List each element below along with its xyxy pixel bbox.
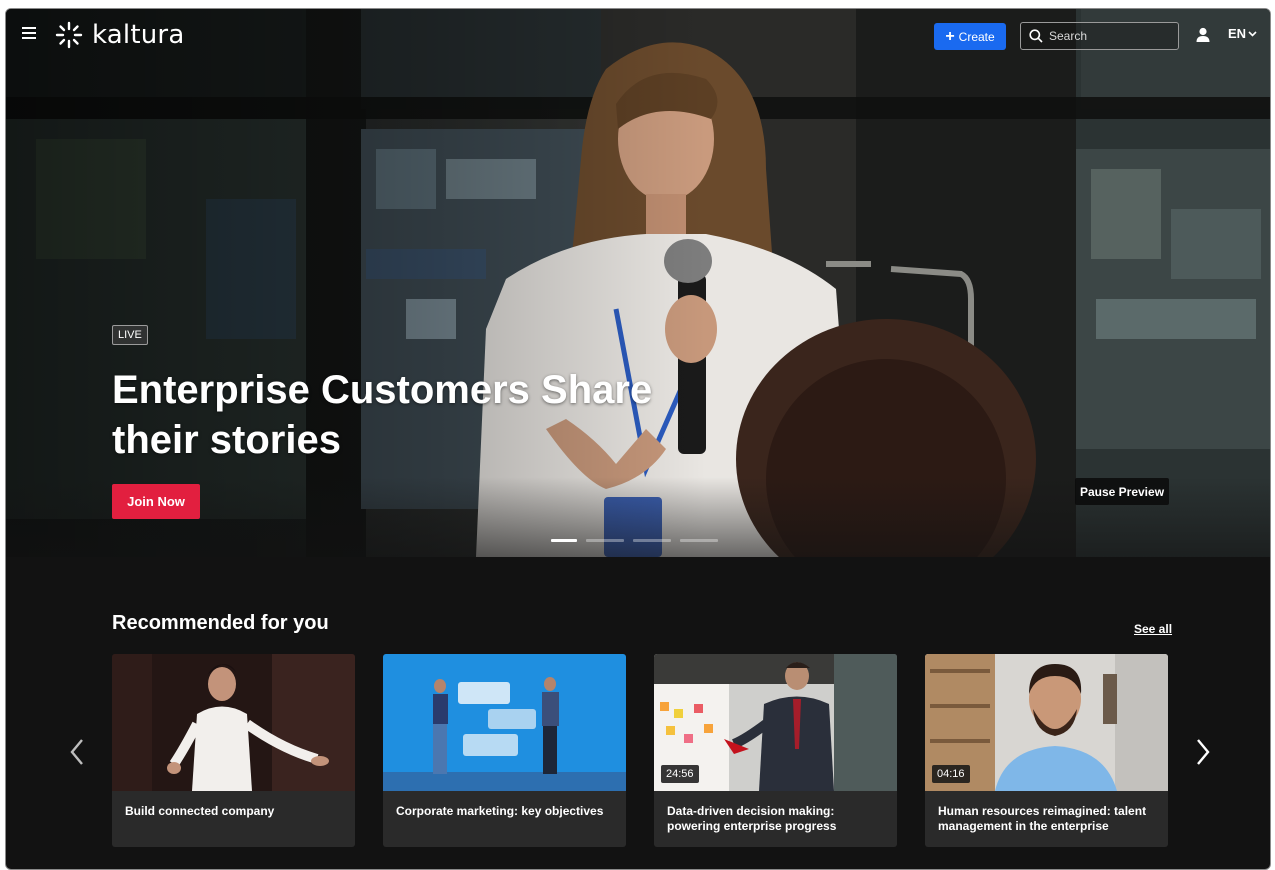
create-label: Create — [958, 29, 995, 44]
video-card[interactable]: Build connected company — [112, 654, 355, 847]
carousel-indicators — [551, 539, 718, 542]
logo-text: kaltura — [92, 20, 185, 50]
video-thumbnail: 04:16 — [925, 654, 1168, 791]
language-label: EN — [1228, 26, 1247, 41]
carousel-dot-1[interactable] — [551, 539, 577, 542]
join-now-button[interactable]: Join Now — [112, 484, 200, 519]
video-thumbnail: 24:56 — [654, 654, 897, 791]
recommended-carousel: Build connected company Corporate market… — [112, 654, 1168, 847]
top-navigation-bar: kaltura + Create EN — [6, 9, 1270, 65]
video-thumbnail — [112, 654, 355, 791]
thumbnail-image — [112, 654, 355, 791]
hero-banner[interactable]: LIVE Enterprise Customers Share their st… — [6, 9, 1270, 557]
carousel-dot-3[interactable] — [633, 539, 671, 542]
video-card-title: Corporate marketing: key objectives — [396, 804, 604, 818]
kaltura-logo-icon — [55, 21, 83, 49]
user-icon[interactable] — [1196, 27, 1210, 43]
chevron-left-icon[interactable] — [66, 736, 88, 768]
video-card[interactable]: 24:56 Data-driven decision making: power… — [654, 654, 897, 847]
app-window: LIVE Enterprise Customers Share their st… — [5, 8, 1271, 870]
live-badge: LIVE — [112, 325, 148, 345]
video-thumbnail — [383, 654, 626, 791]
video-card[interactable]: Corporate marketing: key objectives — [383, 654, 626, 847]
carousel-dot-2[interactable] — [586, 539, 624, 542]
hamburger-menu-icon[interactable] — [22, 27, 38, 41]
create-button[interactable]: + Create — [934, 23, 1006, 50]
pause-preview-button[interactable]: Pause Preview — [1075, 478, 1169, 505]
video-duration: 24:56 — [661, 765, 699, 783]
chevron-down-icon — [1248, 30, 1257, 37]
plus-icon: + — [945, 27, 955, 45]
search-box[interactable] — [1020, 22, 1179, 50]
video-card-title: Build connected company — [125, 804, 275, 818]
carousel-dot-4[interactable] — [680, 539, 718, 542]
search-icon — [1029, 29, 1043, 43]
see-all-link[interactable]: See all — [1134, 622, 1172, 636]
video-card-title: Human resources reimagined: talent manag… — [938, 804, 1147, 833]
hero-gradient-overlay — [6, 9, 706, 557]
language-selector[interactable]: EN — [1228, 26, 1257, 41]
thumbnail-image — [383, 654, 626, 791]
video-duration: 04:16 — [932, 765, 970, 783]
search-input[interactable] — [1049, 29, 1169, 43]
section-title: Recommended for you — [112, 612, 329, 634]
video-card-title: Data-driven decision making: powering en… — [667, 804, 837, 833]
kaltura-logo[interactable]: kaltura — [54, 19, 184, 51]
hero-title: Enterprise Customers Share their stories — [112, 368, 653, 462]
video-card[interactable]: 04:16 Human resources reimagined: talent… — [925, 654, 1168, 847]
chevron-right-icon[interactable] — [1192, 736, 1214, 768]
